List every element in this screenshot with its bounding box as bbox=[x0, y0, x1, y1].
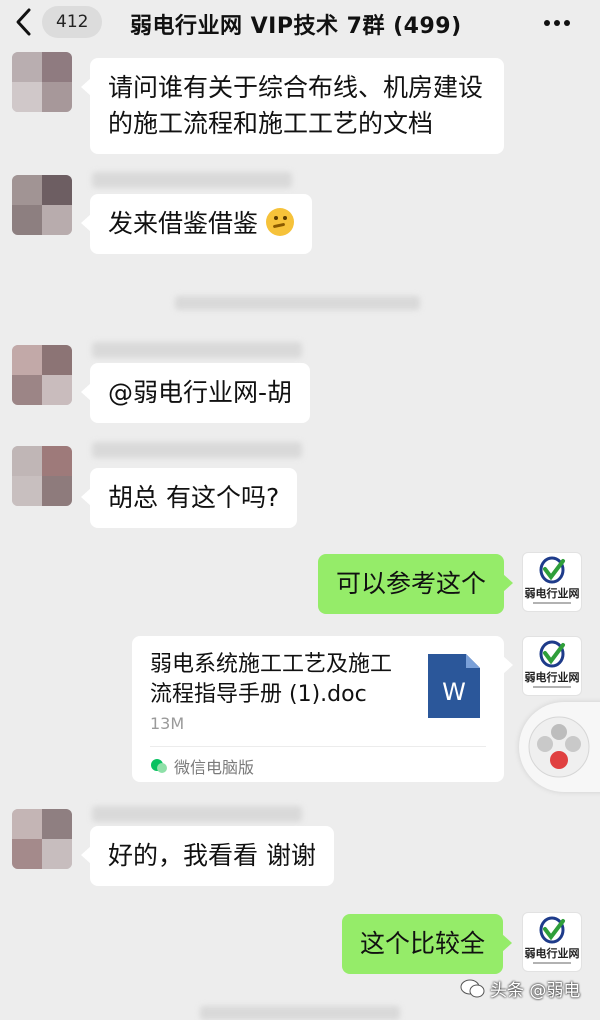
thinking-face-emoji bbox=[265, 208, 294, 236]
company-logo-icon: 弱电行业网 bbox=[525, 916, 580, 964]
logo-text: 弱电行业网 bbox=[525, 670, 580, 684]
message-text: 胡总 有这个吗? bbox=[108, 483, 280, 512]
message-text: 这个比较全 bbox=[360, 929, 486, 958]
chat-header: 412 弱电行业网 VIP技术 7群 (499) bbox=[0, 0, 600, 46]
logo-text: 弱电行业网 bbox=[525, 946, 580, 960]
message-bubble[interactable]: 好的，我看看 谢谢 bbox=[81, 826, 334, 886]
source-label: 微信电脑版 bbox=[174, 758, 255, 777]
avatar-self[interactable]: 弱电行业网 bbox=[522, 912, 582, 972]
message-text: 请问谁有关于综合布线、机房建设的施工流程和施工工艺的文档 bbox=[108, 73, 484, 138]
sender-name bbox=[92, 172, 292, 188]
sender-name bbox=[92, 442, 302, 458]
avatar[interactable] bbox=[12, 809, 72, 869]
system-timestamp bbox=[200, 1006, 400, 1020]
avatar-self[interactable]: 弱电行业网 bbox=[522, 552, 582, 612]
wechat-pc-icon bbox=[151, 759, 167, 773]
avatar[interactable] bbox=[12, 345, 72, 405]
system-timestamp bbox=[175, 296, 420, 310]
file-source: 微信电脑版 bbox=[150, 754, 254, 778]
message-text: 可以参考这个 bbox=[336, 569, 487, 598]
back-button[interactable]: 412 bbox=[14, 6, 103, 38]
file-name: 弱电系统施工工艺及施工流程指导手册 (1).doc bbox=[150, 652, 393, 707]
logo-text: 弱电行业网 bbox=[525, 586, 580, 600]
message-bubble-self[interactable]: 这个比较全 bbox=[342, 914, 513, 974]
sender-name bbox=[92, 806, 302, 822]
divider bbox=[150, 746, 486, 747]
file-message-card[interactable]: 弱电系统施工工艺及施工流程指导手册 (1).doc 13M W 微信电脑版 bbox=[132, 636, 513, 782]
message-bubble[interactable]: 请问谁有关于综合布线、机房建设的施工流程和施工工艺的文档 bbox=[81, 58, 504, 154]
more-dots-icon[interactable] bbox=[543, 14, 571, 32]
chat-title: 弱电行业网 VIP技术 7群 (499) bbox=[130, 14, 462, 39]
unread-count-badge: 412 bbox=[42, 6, 103, 38]
company-logo-icon: 弱电行业网 bbox=[525, 556, 580, 604]
watermark: 头条 @弱电 bbox=[460, 976, 580, 1001]
avatar[interactable] bbox=[12, 52, 72, 112]
message-text: @弱电行业网-胡 bbox=[108, 378, 293, 407]
message-bubble-self[interactable]: 可以参考这个 bbox=[318, 554, 514, 614]
assistive-touch-icon bbox=[528, 716, 590, 778]
floating-assistive-button[interactable] bbox=[519, 702, 600, 792]
file-size: 13M bbox=[150, 714, 185, 733]
avatar[interactable] bbox=[12, 446, 72, 506]
watermark-text: 头条 @弱电 bbox=[490, 981, 581, 1001]
message-bubble[interactable]: 发来借鉴借鉴 bbox=[81, 194, 312, 254]
message-bubble[interactable]: @弱电行业网-胡 bbox=[80, 363, 311, 423]
wechat-icon bbox=[460, 979, 485, 997]
word-document-icon: W bbox=[428, 654, 480, 718]
message-bubble[interactable]: 胡总 有这个吗? bbox=[80, 468, 298, 528]
chevron-left-icon bbox=[16, 8, 31, 36]
avatar-self[interactable]: 弱电行业网 bbox=[522, 636, 582, 696]
sender-name bbox=[92, 342, 302, 358]
message-text: 发来借鉴借鉴 bbox=[108, 209, 259, 238]
file-type-letter: W bbox=[442, 678, 466, 706]
company-logo-icon: 弱电行业网 bbox=[525, 640, 580, 688]
message-text: 好的，我看看 谢谢 bbox=[108, 841, 316, 870]
avatar[interactable] bbox=[12, 175, 72, 235]
